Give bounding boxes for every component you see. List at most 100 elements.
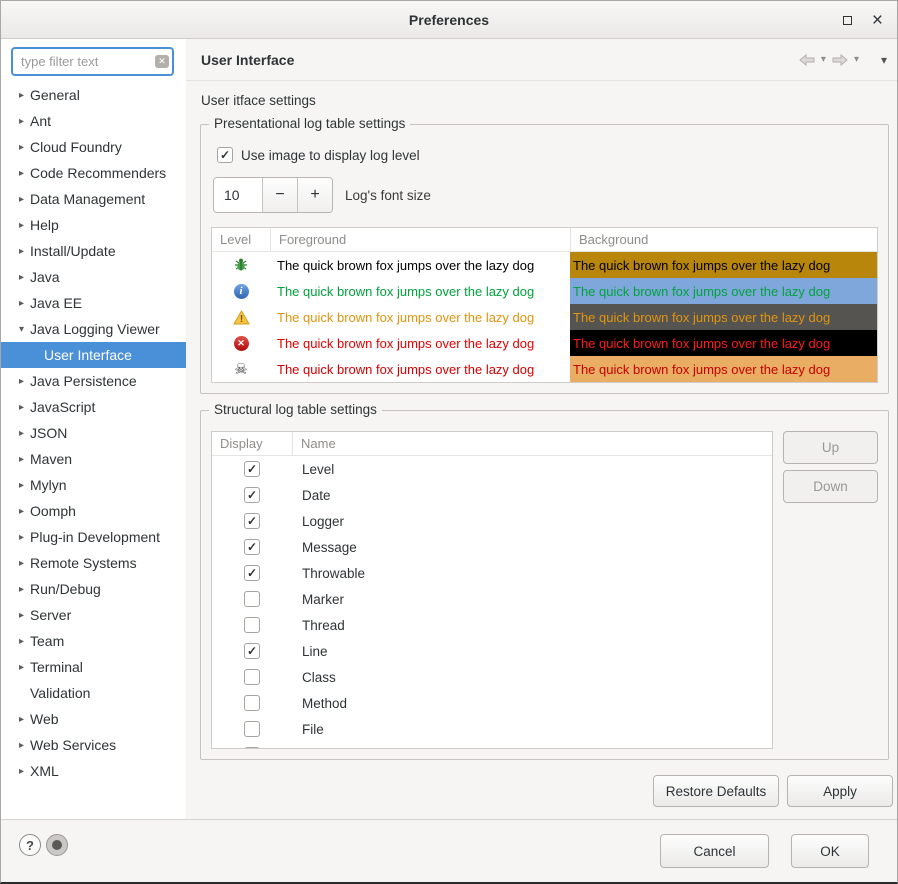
- sidebar-item-server[interactable]: ▸ Server: [1, 602, 186, 628]
- column-row-thread[interactable]: Thread: [212, 612, 772, 638]
- column-header-background[interactable]: Background: [570, 228, 877, 251]
- font-size-input[interactable]: [214, 178, 262, 212]
- chevron-right-icon[interactable]: ▸: [15, 714, 28, 725]
- checked-checkbox-icon[interactable]: ✓: [244, 461, 260, 477]
- forward-icon[interactable]: [832, 53, 848, 66]
- chevron-right-icon[interactable]: ▸: [15, 376, 28, 387]
- sidebar-item-xml[interactable]: ▸ XML: [1, 758, 186, 784]
- sidebar-item-team[interactable]: ▸ Team: [1, 628, 186, 654]
- sidebar-item-user-interface[interactable]: User Interface: [1, 342, 186, 368]
- chevron-right-icon[interactable]: ▸: [15, 428, 28, 439]
- unchecked-checkbox-icon[interactable]: [244, 591, 260, 607]
- log-level-row-info[interactable]: i The quick brown fox jumps over the lazy…: [212, 278, 877, 304]
- log-level-row-error[interactable]: ✕ The quick brown fox jumps over the lazy…: [212, 330, 877, 356]
- sidebar-item-remote-systems[interactable]: ▸ Remote Systems: [1, 550, 186, 576]
- column-row-class[interactable]: Class: [212, 664, 772, 690]
- sidebar-item-code-recommenders[interactable]: ▸ Code Recommenders: [1, 160, 186, 186]
- chevron-right-icon[interactable]: ▸: [15, 298, 28, 309]
- sidebar-item-general[interactable]: ▸ General: [1, 82, 186, 108]
- chevron-right-icon[interactable]: ▸: [15, 532, 28, 543]
- sidebar-item-terminal[interactable]: ▸ Terminal: [1, 654, 186, 680]
- back-history-dropdown-icon[interactable]: ▾: [821, 54, 826, 65]
- column-header-name[interactable]: Name: [292, 432, 772, 455]
- record-icon[interactable]: [46, 834, 68, 856]
- chevron-right-icon[interactable]: ▸: [15, 766, 28, 777]
- chevron-right-icon[interactable]: ▸: [15, 662, 28, 673]
- sidebar-item-mylyn[interactable]: ▸ Mylyn: [1, 472, 186, 498]
- unchecked-checkbox-icon[interactable]: [244, 747, 260, 748]
- chevron-right-icon[interactable]: ▸: [15, 480, 28, 491]
- chevron-down-icon[interactable]: ▾: [15, 324, 28, 335]
- unchecked-checkbox-icon[interactable]: [244, 669, 260, 685]
- chevron-right-icon[interactable]: ▸: [15, 636, 28, 647]
- sidebar-item-java-logging-viewer[interactable]: ▾ Java Logging Viewer: [1, 316, 186, 342]
- forward-history-dropdown-icon[interactable]: ▾: [854, 54, 859, 65]
- sidebar-item-run-debug[interactable]: ▸ Run/Debug: [1, 576, 186, 602]
- column-row-logger[interactable]: ✓ Logger: [212, 508, 772, 534]
- unchecked-checkbox-icon[interactable]: [244, 721, 260, 737]
- back-icon[interactable]: [799, 53, 815, 66]
- chevron-right-icon[interactable]: ▸: [15, 740, 28, 751]
- help-icon[interactable]: ?: [19, 834, 41, 856]
- column-row-level[interactable]: ✓ Level: [212, 456, 772, 482]
- sidebar-item-oomph[interactable]: ▸ Oomph: [1, 498, 186, 524]
- chevron-right-icon[interactable]: ▸: [15, 402, 28, 413]
- apply-button[interactable]: Apply: [787, 775, 893, 807]
- restore-defaults-button[interactable]: Restore Defaults: [653, 775, 779, 807]
- sidebar-item-cloud-foundry[interactable]: ▸ Cloud Foundry: [1, 134, 186, 160]
- chevron-right-icon[interactable]: ▸: [15, 220, 28, 231]
- checked-checkbox-icon[interactable]: ✓: [244, 565, 260, 581]
- log-level-row-fatal[interactable]: ☠ The quick brown fox jumps over the lazy…: [212, 356, 877, 382]
- ok-button[interactable]: OK: [791, 834, 869, 868]
- sidebar-item-web-services[interactable]: ▸ Web Services: [1, 732, 186, 758]
- column-header-foreground[interactable]: Foreground: [270, 228, 570, 251]
- unchecked-checkbox-icon[interactable]: [244, 695, 260, 711]
- sidebar-item-web[interactable]: ▸ Web: [1, 706, 186, 732]
- sidebar-item-javascript[interactable]: ▸ JavaScript: [1, 394, 186, 420]
- use-image-checkbox[interactable]: ✓ Use image to display log level: [217, 147, 878, 163]
- column-row-file[interactable]: File: [212, 716, 772, 742]
- cancel-button[interactable]: Cancel: [660, 834, 769, 868]
- sidebar-item-ant[interactable]: ▸ Ant: [1, 108, 186, 134]
- chevron-right-icon[interactable]: ▸: [15, 506, 28, 517]
- column-row-marker[interactable]: Marker: [212, 586, 772, 612]
- sidebar-item-data-management[interactable]: ▸ Data Management: [1, 186, 186, 212]
- column-row-throwable[interactable]: ✓ Throwable: [212, 560, 772, 586]
- sidebar-item-java-persistence[interactable]: ▸ Java Persistence: [1, 368, 186, 394]
- chevron-right-icon[interactable]: ▸: [15, 584, 28, 595]
- sidebar-item-validation[interactable]: Validation: [1, 680, 186, 706]
- clear-filter-icon[interactable]: ✕: [155, 55, 169, 68]
- log-level-row-warn[interactable]: ! The quick brown fox jumps over the lazy…: [212, 304, 877, 330]
- chevron-right-icon[interactable]: ▸: [15, 194, 28, 205]
- column-row-date[interactable]: ✓ Date: [212, 482, 772, 508]
- sidebar-item-help[interactable]: ▸ Help: [1, 212, 186, 238]
- increment-button[interactable]: +: [297, 178, 332, 212]
- chevron-right-icon[interactable]: ▸: [15, 90, 28, 101]
- sidebar-item-java-ee[interactable]: ▸ Java EE: [1, 290, 186, 316]
- column-header-display[interactable]: Display: [212, 432, 292, 455]
- close-icon[interactable]: ×: [872, 11, 883, 30]
- decrement-button[interactable]: −: [262, 178, 297, 212]
- filter-input[interactable]: [11, 47, 174, 76]
- log-level-row-debug[interactable]: The quick brown fox jumps over the lazy …: [212, 252, 877, 278]
- sidebar-item-install-update[interactable]: ▸ Install/Update: [1, 238, 186, 264]
- checked-checkbox-icon[interactable]: ✓: [244, 539, 260, 555]
- checked-checkbox-icon[interactable]: ✓: [244, 487, 260, 503]
- column-header-level[interactable]: Level: [212, 228, 270, 251]
- unchecked-checkbox-icon[interactable]: [244, 617, 260, 633]
- checked-checkbox-icon[interactable]: ✓: [244, 643, 260, 659]
- up-button[interactable]: Up: [783, 431, 878, 464]
- checked-checkbox-icon[interactable]: ✓: [244, 513, 260, 529]
- chevron-right-icon[interactable]: ▸: [15, 454, 28, 465]
- chevron-right-icon[interactable]: ▸: [15, 116, 28, 127]
- chevron-right-icon[interactable]: ▸: [15, 558, 28, 569]
- sidebar-item-json[interactable]: ▸ JSON: [1, 420, 186, 446]
- chevron-right-icon[interactable]: ▸: [15, 246, 28, 257]
- maximize-icon[interactable]: [842, 15, 852, 25]
- sidebar-item-java[interactable]: ▸ Java: [1, 264, 186, 290]
- column-row-partial[interactable]: [212, 742, 772, 748]
- checked-checkbox-icon[interactable]: ✓: [217, 147, 233, 163]
- chevron-right-icon[interactable]: ▸: [15, 610, 28, 621]
- chevron-right-icon[interactable]: ▸: [15, 142, 28, 153]
- column-row-method[interactable]: Method: [212, 690, 772, 716]
